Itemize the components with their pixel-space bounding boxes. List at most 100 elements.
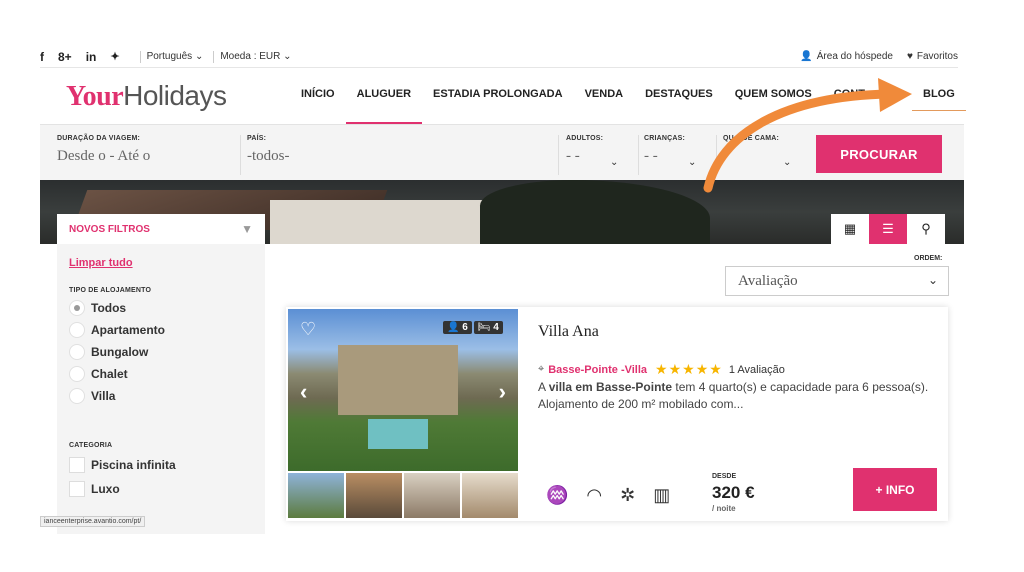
- top-bar: f 8+ in ✦ Português ⌄ Moeda : EUR ⌄ 👤 Áre…: [40, 46, 958, 68]
- twitter-icon[interactable]: ✦: [110, 50, 119, 63]
- status-url: ianceenterprise.avantio.com/pt/: [40, 516, 146, 527]
- grid-view-icon[interactable]: ▦: [831, 214, 869, 244]
- logo[interactable]: YourHolidays: [66, 80, 227, 113]
- thumbnail-strip: [288, 473, 518, 518]
- radio-button[interactable]: [69, 300, 85, 316]
- duration-label: DURAÇÃO DA VIAGEM:: [57, 135, 141, 142]
- favorites-link[interactable]: ♥ Favoritos: [907, 51, 958, 62]
- heart-icon: ♥: [906, 51, 913, 62]
- photo-pool: [368, 419, 428, 449]
- checkbox[interactable]: [69, 457, 85, 473]
- wifi-icon: ◠: [586, 485, 603, 505]
- clear-all-link[interactable]: Limpar tudo: [69, 257, 265, 269]
- radio-button[interactable]: [69, 344, 85, 360]
- favorite-heart-icon[interactable]: ♡: [300, 319, 316, 340]
- air-conditioning-icon: ✲: [620, 485, 636, 505]
- filters-title: NOVOS FILTROS: [69, 223, 150, 235]
- amenities: ♒ ◠ ✲ ▥: [546, 485, 670, 506]
- guests-badge: 👤 6: [443, 321, 472, 334]
- more-info-button[interactable]: + INFO: [853, 468, 937, 511]
- guest-area-link[interactable]: 👤 Área do hóspede: [800, 51, 893, 62]
- radio-apartamento[interactable]: Apartamento: [69, 322, 265, 338]
- listing-title[interactable]: Villa Ana: [538, 323, 599, 341]
- checkbox-luxo[interactable]: Luxo: [69, 481, 265, 497]
- divider: [638, 135, 639, 175]
- radio-button[interactable]: [69, 366, 85, 382]
- country-field[interactable]: PAÍS: -todos-: [247, 135, 290, 165]
- type-section-label: TIPO DE ALOJAMENTO: [69, 287, 152, 294]
- pool-icon: ♒: [546, 485, 569, 505]
- listing-description: A villa em Basse-Pointe tem 4 quarto(s) …: [538, 379, 938, 413]
- nav-estadia-prolongada[interactable]: ESTADIA PROLONGADA: [422, 88, 574, 124]
- nav-blog[interactable]: BLOG: [912, 88, 966, 124]
- balcony-icon: ▥: [653, 485, 671, 505]
- radio-bungalow[interactable]: Bungalow: [69, 344, 265, 360]
- radio-label: Apartamento: [91, 323, 166, 337]
- listing-photo[interactable]: ♡ 👤 6 🛏 4 ‹ ›: [288, 309, 518, 471]
- nav-venda[interactable]: VENDA: [574, 88, 635, 124]
- view-toggle: ▦ ☰ ⚲: [831, 214, 945, 244]
- guests-count: 6: [462, 322, 468, 333]
- radio-todos[interactable]: Todos: [69, 300, 265, 316]
- capacity-badges: 👤 6 🛏 4: [443, 321, 503, 334]
- checkbox[interactable]: [69, 481, 85, 497]
- next-arrow-icon[interactable]: ›: [499, 379, 506, 405]
- listing-card[interactable]: ♡ 👤 6 🛏 4 ‹ › Villa Ana ⌖ Basse-Pointe -…: [286, 307, 948, 521]
- divider: [558, 135, 559, 175]
- adults-label: ADULTOS:: [566, 135, 604, 142]
- country-value: -todos-: [247, 148, 290, 164]
- logo-light: Holidays: [123, 80, 227, 111]
- radio-label: Villa: [91, 389, 116, 403]
- facebook-icon[interactable]: f: [40, 50, 44, 64]
- sort-select[interactable]: Avaliação ⌄: [725, 266, 949, 296]
- currency-select[interactable]: Moeda : EUR ⌄: [220, 51, 291, 62]
- checkbox-piscina-infinita[interactable]: Piscina infinita: [69, 457, 265, 473]
- duration-value: Desde o - Até o: [57, 148, 151, 164]
- thumbnail[interactable]: [462, 473, 518, 518]
- radio-button[interactable]: [69, 322, 85, 338]
- account-links: 👤 Área do hóspede ♥ Favoritos: [800, 51, 958, 62]
- list-view-icon[interactable]: ☰: [869, 214, 907, 244]
- hero-tree: [480, 180, 710, 244]
- price-unit: / noite: [712, 504, 736, 513]
- divider: [213, 50, 215, 63]
- duration-field[interactable]: DURAÇÃO DA VIAGEM: Desde o - Até o: [57, 135, 150, 165]
- favorites-label: Favoritos: [916, 51, 958, 62]
- desc-bold: villa em Basse-Pointe: [548, 380, 673, 394]
- thumbnail[interactable]: [346, 473, 402, 518]
- chevron-down-icon: ⌄: [283, 51, 292, 62]
- nav-inicio[interactable]: INÍCIO: [290, 88, 346, 124]
- sort-value: Avaliação: [738, 273, 798, 289]
- prev-arrow-icon[interactable]: ‹: [300, 379, 307, 405]
- adults-select[interactable]: ADULTOS: - - ⌄: [566, 135, 636, 168]
- radio-villa[interactable]: Villa: [69, 388, 265, 404]
- divider: [139, 50, 141, 63]
- guest-area-label: Área do hóspede: [816, 51, 893, 62]
- hero-wall: [270, 200, 490, 244]
- location-label: Basse-Pointe -Villa: [548, 363, 648, 376]
- location-pin-icon: ⌖: [538, 363, 545, 375]
- nav-aluguer[interactable]: ALUGUER: [345, 88, 423, 125]
- google-plus-icon[interactable]: 8+: [58, 50, 72, 64]
- radio-chalet[interactable]: Chalet: [69, 366, 265, 382]
- chevron-down-icon: ⌄: [610, 157, 619, 168]
- map-pin-icon[interactable]: ⚲: [907, 214, 945, 244]
- rooms-badge: 🛏 4: [473, 321, 503, 334]
- radio-button[interactable]: [69, 388, 85, 404]
- annotation-arrow: [703, 78, 912, 193]
- category-section-label: CATEGORIA: [69, 442, 113, 449]
- thumbnail[interactable]: [404, 473, 460, 518]
- price-value: 320 €: [712, 483, 755, 502]
- checkbox-label: Piscina infinita: [91, 458, 176, 472]
- checkbox-label: Luxo: [91, 482, 120, 496]
- thumbnail[interactable]: [288, 473, 344, 518]
- language-select[interactable]: Português ⌄: [147, 51, 204, 62]
- currency-label: Moeda : EUR: [220, 51, 281, 62]
- filters-header: NOVOS FILTROS ▼: [57, 214, 265, 244]
- rating-stars: ★★★★★: [655, 361, 723, 377]
- photo-house: [338, 345, 458, 415]
- price-label: DESDE: [712, 473, 737, 480]
- filter-icon[interactable]: ▼: [241, 222, 253, 236]
- user-icon: 👤: [800, 51, 813, 62]
- linkedin-icon[interactable]: in: [86, 50, 97, 64]
